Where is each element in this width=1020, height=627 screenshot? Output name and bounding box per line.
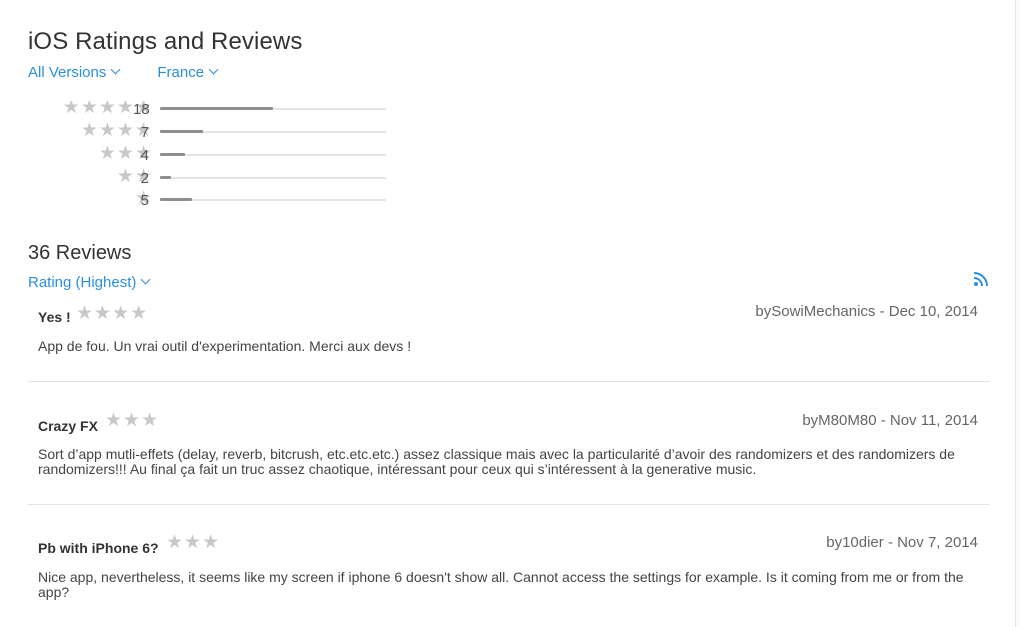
review-byline: byM80M80 - Nov 11, 2014 bbox=[802, 412, 978, 429]
ratings-header: iOS Ratings and Reviews All Versions Fra… bbox=[28, 28, 990, 81]
rating-bar-track bbox=[160, 153, 386, 156]
review-divider bbox=[28, 381, 990, 382]
sort-dropdown-label: Rating (Highest) bbox=[28, 274, 137, 291]
review-title: Yes ! bbox=[38, 309, 71, 325]
rating-bar-fill bbox=[160, 176, 172, 179]
review-title: Crazy FX bbox=[38, 418, 98, 434]
review-title: Pb with iPhone 6? bbox=[38, 540, 159, 556]
rss-feed-icon[interactable] bbox=[972, 270, 990, 288]
review-star-rating: ★ ★ ★ bbox=[105, 411, 158, 431]
review-byline: by10dier - Nov 7, 2014 bbox=[826, 534, 978, 551]
review-body: Nice app, nevertheless, it seems like my… bbox=[38, 569, 964, 600]
country-dropdown-label: France bbox=[157, 64, 205, 81]
versions-dropdown[interactable]: All Versions bbox=[28, 64, 121, 81]
review-star-rating: ★ ★ ★ bbox=[166, 533, 219, 553]
chevron-down-icon bbox=[140, 274, 151, 285]
chevron-down-icon bbox=[110, 64, 121, 75]
rating-count: 18 bbox=[133, 101, 150, 118]
star-icon: ★ bbox=[105, 410, 123, 431]
review-divider bbox=[28, 504, 990, 505]
chevron-down-icon bbox=[208, 64, 219, 75]
review-body: Sort d’app mutli-effets (delay, reverb, … bbox=[38, 446, 955, 477]
rating-bar-fill bbox=[160, 198, 192, 201]
distribution-row: ★ ★ 2 bbox=[28, 167, 388, 187]
star-icon: ★ bbox=[80, 97, 98, 118]
star-icon: ★ bbox=[112, 303, 130, 324]
distribution-row: ★ ★ ★ ★ ★ 18 bbox=[28, 97, 388, 118]
star-icon: ★ bbox=[76, 303, 94, 324]
rating-count: 5 bbox=[140, 192, 149, 209]
star-icon: ★ bbox=[116, 143, 134, 164]
star-icon: ★ bbox=[184, 532, 202, 553]
country-dropdown[interactable]: France bbox=[157, 64, 219, 81]
review-body: App de fou. Un vrai outil d'experimentat… bbox=[38, 338, 412, 354]
star-icon: ★ bbox=[123, 410, 141, 431]
reviews-count-title: 36 Reviews bbox=[28, 242, 132, 264]
page-title: iOS Ratings and Reviews bbox=[28, 28, 303, 55]
filter-bar: All Versions France bbox=[28, 64, 990, 81]
star-icon: ★ bbox=[116, 97, 134, 118]
rating-count: 7 bbox=[140, 124, 149, 141]
rating-bar-fill bbox=[160, 153, 185, 156]
sort-dropdown[interactable]: Rating (Highest) bbox=[28, 274, 151, 291]
distribution-row: ★ ★ ★ 4 bbox=[28, 144, 388, 164]
rating-count: 2 bbox=[140, 170, 149, 187]
rating-bar-track bbox=[160, 107, 386, 110]
scrollbar[interactable] bbox=[1015, 0, 1020, 627]
star-icon: ★ bbox=[202, 532, 220, 553]
star-icon: ★ bbox=[62, 97, 80, 118]
rating-distribution: ★ ★ ★ ★ ★ 18 ★ ★ ★ ★ 7 ★ ★ ★ 4 ★ ★ 2 ★ 5 bbox=[28, 97, 388, 214]
review-byline: bySowiMechanics - Dec 10, 2014 bbox=[755, 303, 978, 320]
distribution-row: ★ ★ ★ ★ 7 bbox=[28, 121, 388, 141]
rating-bar-track bbox=[160, 198, 386, 201]
star-icon: ★ bbox=[98, 120, 116, 141]
star-icon: ★ bbox=[141, 410, 159, 431]
versions-dropdown-label: All Versions bbox=[28, 64, 107, 81]
rating-count: 4 bbox=[140, 147, 149, 164]
star-icon: ★ bbox=[80, 120, 98, 141]
star-icon: ★ bbox=[130, 303, 148, 324]
star-icon: ★ bbox=[94, 303, 112, 324]
star-icon: ★ bbox=[116, 166, 134, 187]
rating-bar-fill bbox=[160, 107, 273, 110]
star-icon: ★ bbox=[98, 97, 116, 118]
distribution-row: ★ 5 bbox=[28, 189, 388, 209]
rating-bar-fill bbox=[160, 130, 203, 133]
rating-bar-track bbox=[160, 130, 386, 133]
star-icon: ★ bbox=[116, 120, 134, 141]
review-star-rating: ★ ★ ★ ★ bbox=[76, 304, 147, 324]
rating-bar-track bbox=[160, 176, 386, 179]
star-icon: ★ bbox=[98, 143, 116, 164]
star-icon: ★ bbox=[166, 532, 184, 553]
